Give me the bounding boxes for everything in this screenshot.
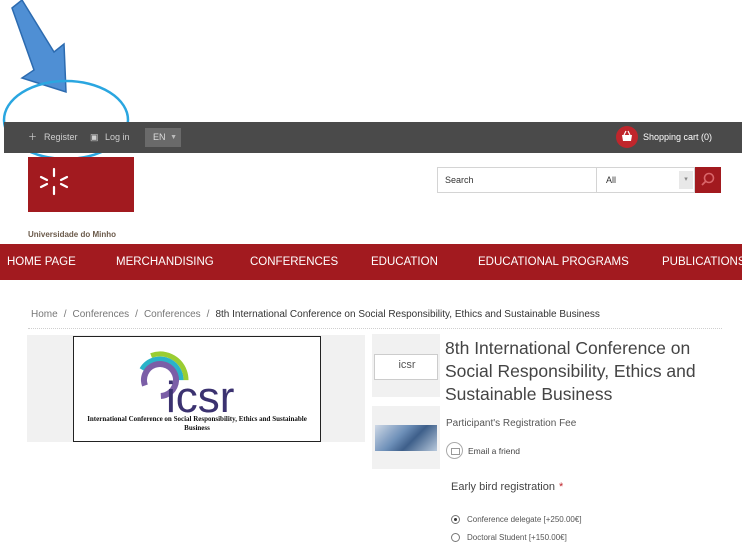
breadcrumb-conferences[interactable]: Conferences	[72, 309, 129, 320]
language-value: EN	[153, 132, 166, 142]
lock-icon: ▣	[90, 132, 99, 142]
search-icon	[701, 172, 715, 186]
thumbnail-2[interactable]	[375, 425, 437, 451]
search-category-value: All	[606, 175, 617, 185]
register-link[interactable]: Register	[44, 122, 78, 153]
login-link[interactable]: Log in	[105, 122, 130, 153]
radio-doctoral-student[interactable]	[451, 533, 460, 542]
thumbnail-1[interactable]: icsr	[374, 354, 438, 380]
nav-item-home-page[interactable]: HOME PAGE	[7, 244, 76, 280]
nav-item-education[interactable]: EDUCATION	[371, 244, 438, 280]
nav-item-publications[interactable]: PUBLICATIONS	[662, 244, 742, 280]
top-bar: ＋ Register ▣ Log in EN ▼ Shopping cart (…	[4, 122, 742, 153]
radio-conference-delegate[interactable]	[451, 515, 460, 524]
breadcrumb-divider	[28, 328, 722, 329]
nav-item-educational-programs[interactable]: EDUCATIONAL PROGRAMS	[478, 244, 629, 280]
nav-item-conferences[interactable]: CONFERENCES	[250, 244, 338, 280]
icsr-logo-text: icsr	[166, 373, 234, 416]
chevron-down-icon: ▼	[170, 134, 177, 141]
search-category-select[interactable]: All ▾	[596, 167, 695, 193]
shopping-cart-link[interactable]: Shopping cart (0)	[643, 122, 712, 153]
radio-label-conference-delegate: Conference delegate [+250.00€]	[467, 515, 582, 524]
breadcrumb-home[interactable]: Home	[31, 309, 58, 320]
university-logo[interactable]	[28, 157, 134, 212]
shopping-cart-icon[interactable]	[616, 126, 638, 148]
icsr-logo-icon: icsr	[131, 351, 234, 416]
product-short-description: Participant's Registration Fee	[446, 418, 577, 429]
plus-icon: ＋	[28, 132, 38, 142]
language-selector[interactable]: EN ▼	[145, 128, 181, 147]
icsr-logo-caption: International Conference on Social Respo…	[87, 415, 307, 432]
product-title: 8th International Conference on Social R…	[445, 338, 696, 404]
thumbnail-logo-text: icsr	[398, 359, 416, 371]
email-icon[interactable]	[446, 442, 463, 459]
breadcrumb-current: 8th International Conference on Social R…	[215, 309, 600, 320]
breadcrumb-conferences-sub[interactable]: Conferences	[144, 309, 201, 320]
required-mark: *	[558, 481, 564, 493]
email-friend-button[interactable]: Email a friend	[468, 446, 520, 456]
university-name: Universidade do Minho	[28, 230, 117, 239]
search-input[interactable]: Search	[437, 167, 597, 193]
university-logo-icon	[39, 167, 69, 196]
search-button[interactable]	[695, 167, 721, 193]
breadcrumb: Home / Conferences / Conferences/8th Interna…	[31, 309, 600, 320]
radio-label-doctoral-student: Doctoral Student [+150.00€]	[467, 533, 567, 542]
nav-item-merchandising[interactable]: MERCHANDISING	[116, 244, 214, 280]
main-navigation: HOME PAGE MERCHANDISING CONFERENCES EDUC…	[0, 244, 742, 280]
attribute-label-text: Early bird registration	[451, 481, 555, 493]
chevron-down-icon: ▾	[679, 171, 693, 189]
attribute-label: Early bird registration *	[451, 481, 563, 493]
